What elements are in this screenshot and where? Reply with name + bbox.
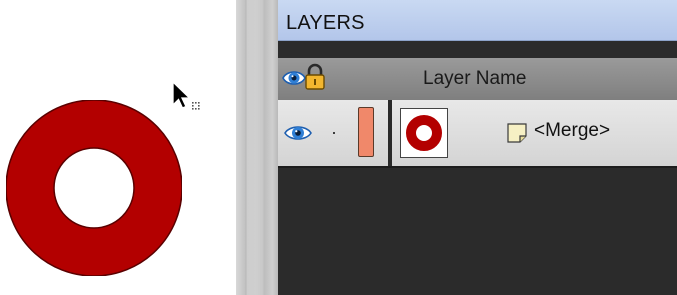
panel-title-bar[interactable]: LAYERS [278,0,677,41]
layers-panel: LAYERS Layer Name · <Merge> [264,0,677,295]
panel-splitter[interactable] [236,0,264,295]
eye-icon[interactable] [284,122,312,144]
layer-name[interactable]: <Merge> [534,120,610,142]
layer-row[interactable]: · <Merge> [278,100,677,168]
layer-thumbnail [400,108,448,158]
layers-header-row: Layer Name [278,58,677,101]
lock-icon[interactable] [304,63,326,91]
panel-edge [264,0,278,295]
sticky-note-icon [507,123,527,143]
column-separator [388,100,392,166]
drawing-canvas[interactable] [0,0,236,295]
panel-title: LAYERS [286,12,365,34]
arrow-pointer-icon [172,80,200,110]
ring-shape[interactable] [6,100,182,276]
lock-state-indicator[interactable]: · [331,122,337,143]
layer-color-swatch[interactable] [358,107,374,157]
layer-name-column-header: Layer Name [423,68,527,89]
eye-icon[interactable] [282,67,306,89]
